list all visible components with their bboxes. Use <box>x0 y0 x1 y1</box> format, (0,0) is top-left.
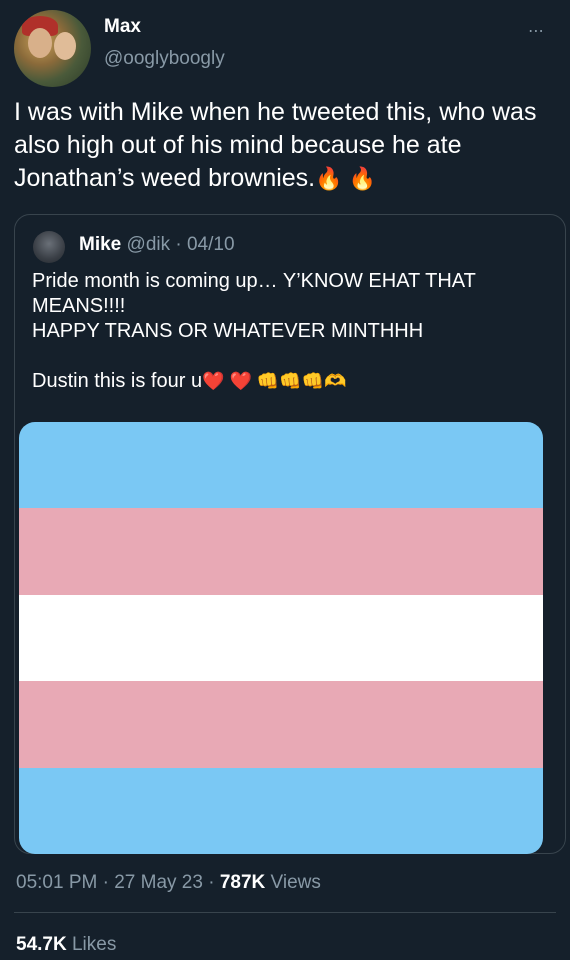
likes-stat[interactable]: 54.7K Likes <box>16 934 116 956</box>
quoted-display-name[interactable]: Mike <box>79 234 121 255</box>
tweet: Max @ooglyboogly ⋯ I was with Mike when … <box>0 0 570 960</box>
author-handle[interactable]: @ooglyboogly <box>104 48 225 70</box>
timestamp-views: 05:01 PM · 27 May 23 · 787K Views <box>16 872 321 894</box>
quoted-tweet-card[interactable]: Mike @dik · 04/10 Pride month is coming … <box>14 214 566 854</box>
quoted-handle-date: @dik · 04/10 <box>121 234 235 255</box>
quoted-tweet-header: Mike @dik · 04/10 <box>79 234 235 256</box>
timestamp[interactable]: 05:01 PM · 27 May 23 · <box>16 872 220 893</box>
heart-fist-emoji-icon: ❤️ ❤️ 👊👊👊🫶 <box>202 371 347 391</box>
views-count: 787K <box>219 872 266 893</box>
avatar[interactable] <box>14 10 91 87</box>
flag-stripe-pink <box>19 508 543 595</box>
tweet-text-body: I was with Mike when he tweeted this, wh… <box>14 98 544 192</box>
likes-count: 54.7K <box>16 934 67 955</box>
avatar-face <box>54 32 76 60</box>
flag-stripe-blue <box>19 422 543 509</box>
quoted-avatar[interactable] <box>33 231 65 263</box>
flag-stripe-white <box>19 594 543 682</box>
views-label: Views <box>265 872 321 893</box>
flag-stripe-pink <box>19 681 543 768</box>
fire-emoji-icon: 🔥 🔥 <box>315 166 377 191</box>
author-display-name[interactable]: Max <box>104 16 141 38</box>
trans-flag-image[interactable] <box>19 422 543 854</box>
avatar-face <box>28 28 52 58</box>
divider <box>14 912 556 913</box>
more-options-icon[interactable]: ⋯ <box>528 24 545 40</box>
flag-stripe-blue <box>19 767 543 854</box>
quoted-tweet-text: Pride month is coming up… Y’KNOW EHAT TH… <box>32 269 552 394</box>
tweet-text: I was with Mike when he tweeted this, wh… <box>14 96 559 195</box>
likes-label: Likes <box>66 934 117 955</box>
